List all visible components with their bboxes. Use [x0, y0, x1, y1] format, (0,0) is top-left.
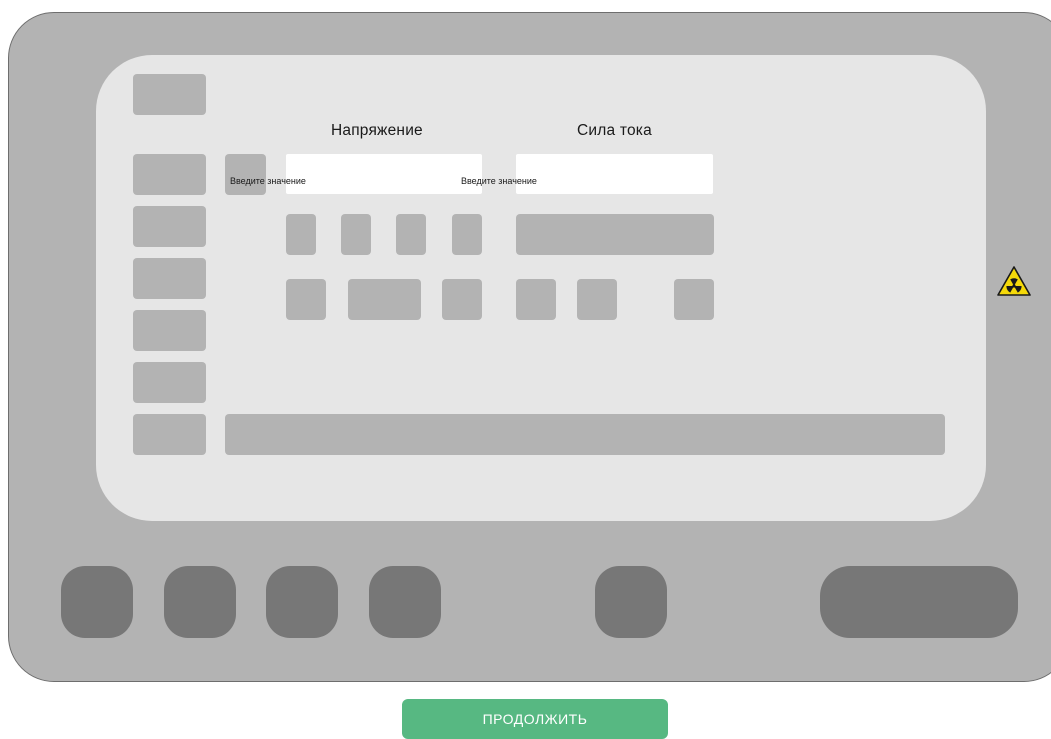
menu-block-4[interactable] — [133, 310, 206, 351]
hardware-button-5[interactable] — [595, 566, 667, 638]
voltage-option-1[interactable] — [286, 214, 316, 255]
current-control-1[interactable] — [516, 279, 556, 320]
voltage-title: Напряжение — [331, 122, 423, 139]
voltage-option-2[interactable] — [341, 214, 371, 255]
menu-block-2[interactable] — [133, 206, 206, 247]
hardware-button-2[interactable] — [164, 566, 236, 638]
continue-button[interactable]: ПРОДОЛЖИТЬ — [402, 699, 668, 739]
current-wide-block[interactable] — [516, 214, 714, 255]
hardware-button-wide[interactable] — [820, 566, 1018, 638]
hardware-button-4[interactable] — [369, 566, 441, 638]
menu-block-top[interactable] — [133, 74, 206, 115]
menu-block-5[interactable] — [133, 362, 206, 403]
voltage-option-3[interactable] — [396, 214, 426, 255]
voltage-control-3[interactable] — [442, 279, 482, 320]
status-bar — [225, 414, 945, 455]
voltage-option-4[interactable] — [452, 214, 482, 255]
current-control-3[interactable] — [674, 279, 714, 320]
voltage-side-block[interactable] — [225, 154, 266, 195]
voltage-input-placeholder: Введите значение — [230, 176, 306, 186]
voltage-control-1[interactable] — [286, 279, 326, 320]
menu-block-6[interactable] — [133, 414, 206, 455]
current-input-placeholder: Введите значение — [461, 176, 537, 186]
radiation-warning-icon — [997, 266, 1031, 296]
current-control-2[interactable] — [577, 279, 617, 320]
current-title: Сила тока — [577, 122, 652, 139]
hardware-button-3[interactable] — [266, 566, 338, 638]
menu-block-3[interactable] — [133, 258, 206, 299]
hardware-button-1[interactable] — [61, 566, 133, 638]
voltage-control-2[interactable] — [348, 279, 421, 320]
current-input[interactable] — [516, 154, 713, 194]
voltage-input[interactable] — [286, 154, 482, 194]
menu-block-1[interactable] — [133, 154, 206, 195]
